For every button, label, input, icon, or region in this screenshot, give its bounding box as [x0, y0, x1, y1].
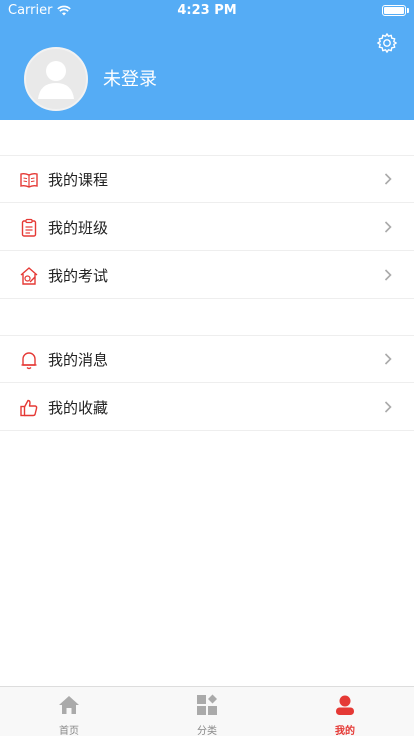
clipboard-icon [21, 218, 37, 237]
user-icon [336, 695, 354, 715]
menu-item-label: 我的课程 [48, 171, 109, 189]
battery-icon [382, 5, 406, 16]
menu-item-classes[interactable]: 我的班级 [0, 203, 414, 251]
chevron-right-icon [384, 173, 392, 185]
book-icon [20, 172, 38, 188]
tab-label: 首页 [59, 726, 79, 736]
menu-item-exams[interactable]: 我的考试 [0, 251, 414, 299]
menu-item-favorites[interactable]: 我的收藏 [0, 383, 414, 431]
chevron-right-icon [384, 221, 392, 233]
avatar[interactable] [24, 47, 88, 111]
home-icon [59, 696, 79, 714]
user-silhouette-icon [38, 61, 74, 99]
menu-item-label: 我的收藏 [48, 399, 109, 417]
menu-item-label: 我的消息 [48, 351, 109, 369]
exam-icon [20, 267, 38, 285]
thumbs-up-icon [20, 399, 38, 417]
tab-mine[interactable]: 我的 [276, 687, 414, 736]
status-bar: Carrier 4:23 PM [0, 0, 414, 22]
status-time: 4:23 PM [177, 3, 237, 18]
chevron-right-icon [384, 401, 392, 413]
menu-item-courses[interactable]: 我的课程 [0, 155, 414, 203]
login-prompt[interactable]: 未登录 [103, 65, 157, 91]
settings-gear-icon[interactable] [376, 32, 398, 54]
menu-item-messages[interactable]: 我的消息 [0, 335, 414, 383]
bell-icon [21, 352, 37, 370]
tab-bar: 首页 分类 我的 [0, 686, 414, 736]
tab-category[interactable]: 分类 [138, 687, 276, 736]
menu-item-label: 我的班级 [48, 219, 109, 237]
menu-item-label: 我的考试 [48, 267, 109, 285]
tab-label: 分类 [197, 726, 217, 736]
tab-home[interactable]: 首页 [0, 687, 138, 736]
profile-header: Carrier 4:23 PM 未登录 [0, 0, 414, 120]
chevron-right-icon [384, 353, 392, 365]
chevron-right-icon [384, 269, 392, 281]
battery-tip [407, 8, 409, 13]
category-icon [197, 694, 217, 715]
tab-label: 我的 [335, 726, 355, 736]
